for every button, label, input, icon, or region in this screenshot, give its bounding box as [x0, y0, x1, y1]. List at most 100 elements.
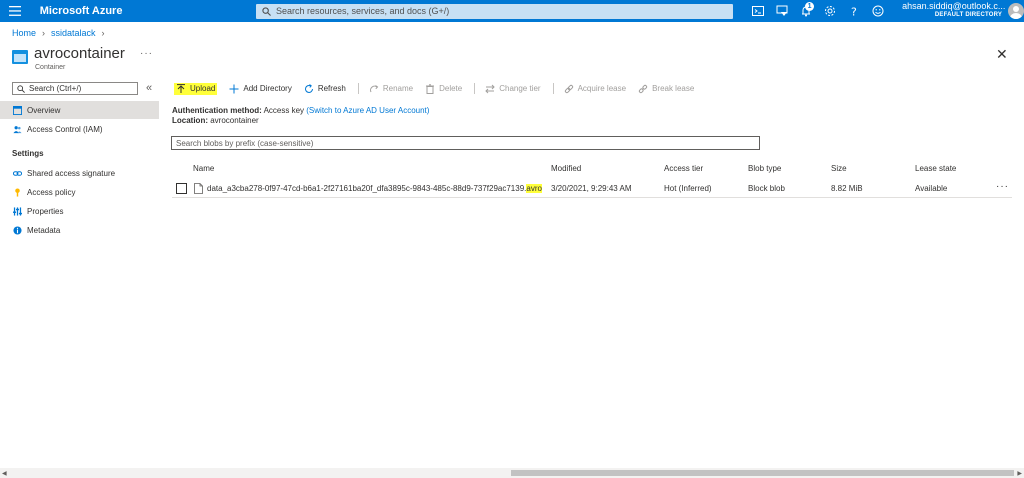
- change-tier-label: Change tier: [499, 84, 541, 93]
- column-header-name[interactable]: Name: [193, 164, 214, 173]
- page-subtitle: Container: [35, 64, 66, 71]
- swap-arrows-icon: [485, 84, 495, 93]
- delete-label: Delete: [439, 84, 463, 93]
- sidebar-item-shared-access-signature[interactable]: Shared access signature: [0, 164, 159, 182]
- sidebar-item-metadata[interactable]: Metadata: [0, 221, 159, 239]
- rename-button[interactable]: Rename: [369, 84, 413, 94]
- portal-brand[interactable]: Microsoft Azure: [40, 5, 256, 17]
- sidebar-item-access-control[interactable]: Access Control (IAM): [0, 120, 159, 138]
- acquire-lease-label: Acquire lease: [577, 84, 627, 93]
- avatar[interactable]: [1008, 3, 1024, 19]
- blob-prefix-search-input[interactable]: Search blobs by prefix (case-sensitive): [171, 136, 760, 150]
- top-bar: Microsoft Azure Search resources, servic…: [0, 0, 1024, 22]
- sidebar-item-label: Shared access signature: [27, 168, 116, 178]
- acquire-lease-button[interactable]: Acquire lease: [564, 84, 626, 94]
- change-tier-button[interactable]: Change tier: [485, 84, 541, 94]
- switch-auth-link[interactable]: (Switch to Azure AD User Account): [306, 106, 429, 115]
- row-checkbox[interactable]: [176, 183, 187, 194]
- location-label: Location:: [172, 116, 208, 125]
- info-icon: [12, 225, 22, 235]
- collapse-menu-icon[interactable]: «: [146, 82, 152, 94]
- cell-lease-state: Available: [915, 184, 948, 193]
- key-icon: [12, 187, 22, 197]
- cell-modified: 3/20/2021, 9:29:43 AM: [551, 184, 632, 193]
- toolbar-divider: [552, 83, 554, 94]
- page-title: avrocontainer: [34, 45, 125, 62]
- column-header-size[interactable]: Size: [831, 164, 847, 173]
- account-directory: DEFAULT DIRECTORY: [934, 12, 1003, 18]
- notification-count-badge: 1: [805, 2, 815, 11]
- account-menu[interactable]: ahsan.siddiq@outlook.c... DEFAULT DIRECT…: [902, 1, 1006, 20]
- notifications-icon[interactable]: 1: [794, 0, 818, 22]
- toolbar-divider: [357, 83, 359, 94]
- link-icon: [564, 84, 573, 93]
- scroll-left-icon[interactable]: ◀: [2, 470, 7, 477]
- menu-search-input[interactable]: Search (Ctrl+/): [12, 82, 138, 95]
- break-lease-button[interactable]: Break lease: [638, 84, 694, 94]
- link-icon: [12, 168, 22, 178]
- breadcrumb-home[interactable]: Home: [12, 28, 36, 38]
- blob-search-placeholder: Search blobs by prefix (case-sensitive): [176, 138, 314, 148]
- horizontal-scrollbar[interactable]: ◀ ▶: [0, 468, 1024, 478]
- help-icon[interactable]: ?: [842, 0, 866, 22]
- more-options-icon[interactable]: ···: [140, 48, 153, 59]
- file-icon: [194, 183, 203, 194]
- delete-icon: [426, 83, 435, 94]
- global-search-input[interactable]: Search resources, services, and docs (G+…: [255, 3, 734, 19]
- feedback-smiley-icon[interactable]: [866, 0, 890, 22]
- svg-text:?: ?: [851, 6, 857, 18]
- blob-name-link[interactable]: data_a3cba278-0f97-47cd-b6a1-2f27161ba20…: [207, 184, 542, 193]
- directory-filter-icon[interactable]: [770, 0, 794, 22]
- upload-button[interactable]: Upload: [174, 82, 218, 95]
- cell-blob-type: Block blob: [748, 184, 785, 193]
- table-header: Name Modified Access tier Blob type Size…: [172, 164, 1012, 176]
- sidebar-item-access-policy[interactable]: Access policy: [0, 183, 159, 201]
- toolbar-divider: [474, 83, 476, 94]
- cell-size: 8.82 MiB: [831, 184, 863, 193]
- settings-gear-icon[interactable]: [818, 0, 842, 22]
- break-lease-label: Break lease: [652, 84, 695, 93]
- broken-link-icon: [638, 84, 648, 93]
- column-header-lease-state[interactable]: Lease state: [915, 164, 956, 173]
- cell-access-tier: Hot (Inferred): [664, 184, 712, 193]
- global-search-placeholder: Search resources, services, and docs (G+…: [275, 6, 450, 16]
- sidebar-item-label: Access Control (IAM): [27, 124, 103, 134]
- column-header-access-tier[interactable]: Access tier: [664, 164, 703, 173]
- upload-label: Upload: [190, 84, 216, 93]
- properties-icon: [12, 206, 22, 216]
- scrollbar-thumb[interactable]: [511, 470, 1014, 476]
- close-icon[interactable]: ✕: [996, 46, 1008, 63]
- search-icon: [17, 84, 25, 93]
- auth-info: Authentication method: Access key (Switc…: [172, 106, 429, 126]
- command-bar: Upload Add Directory Refresh Rename Dele…: [172, 81, 706, 96]
- location-value: avrocontainer: [210, 116, 259, 125]
- sidebar-item-overview[interactable]: Overview: [0, 101, 159, 119]
- sidebar-item-label: Metadata: [27, 225, 61, 235]
- delete-button[interactable]: Delete: [425, 83, 463, 94]
- row-more-options-icon[interactable]: ···: [996, 181, 1009, 192]
- breadcrumb-storage-account[interactable]: ssidatalack: [51, 28, 96, 38]
- container-icon: [12, 50, 28, 64]
- auth-method-value: Access key: [263, 106, 305, 115]
- sidebar-item-label: Access policy: [27, 187, 76, 197]
- account-email: ahsan.siddiq@outlook.c...: [902, 1, 1006, 11]
- refresh-icon: [304, 83, 313, 93]
- cloud-shell-icon[interactable]: [746, 0, 770, 22]
- sidebar-item-properties[interactable]: Properties: [0, 202, 159, 220]
- auth-method-label: Authentication method:: [172, 106, 262, 115]
- add-directory-button[interactable]: Add Directory: [229, 84, 292, 94]
- column-header-modified[interactable]: Modified: [551, 164, 581, 173]
- chevron-right-icon: ›: [101, 28, 105, 38]
- refresh-button[interactable]: Refresh: [304, 83, 346, 94]
- table-row[interactable]: data_a3cba278-0f97-47cd-b6a1-2f27161ba20…: [172, 180, 1012, 198]
- plus-icon: [229, 84, 239, 93]
- column-header-blob-type[interactable]: Blob type: [748, 164, 781, 173]
- upload-icon: [177, 83, 185, 93]
- scroll-right-icon[interactable]: ▶: [1017, 470, 1022, 477]
- search-icon: [262, 6, 271, 16]
- sidebar-item-label: Properties: [27, 206, 64, 216]
- sidebar-item-label: Overview: [27, 105, 61, 115]
- rename-label: Rename: [382, 84, 414, 93]
- menu-icon[interactable]: [0, 0, 30, 22]
- breadcrumb: Home › ssidatalack ›: [12, 28, 111, 38]
